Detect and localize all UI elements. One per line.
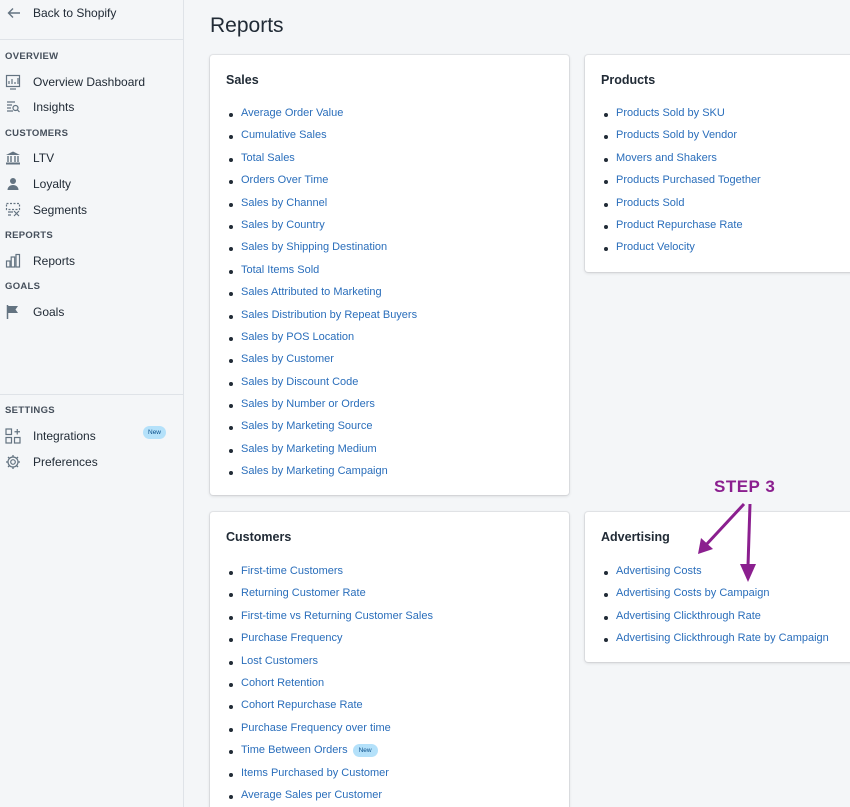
sidebar-item-integrations[interactable]: Integrations New [0,425,183,447]
report-link[interactable]: Advertising Clickthrough Rate by Campaig… [604,632,829,654]
report-link[interactable]: Advertising Costs by Campaign [604,587,829,609]
report-link[interactable]: Products Sold by Vendor [604,129,761,151]
report-link[interactable]: First-time Customers [229,565,433,587]
sales-card-title: Sales [226,73,259,87]
section-label-settings: SETTINGS [5,405,55,416]
report-link[interactable]: Sales by Shipping Destination [228,241,417,263]
bar-chart-icon [5,253,21,269]
report-link[interactable]: Sales by Marketing Source [228,420,417,442]
report-link[interactable]: Returning Customer Rate [229,587,433,609]
insights-icon [5,99,21,115]
dashboard-icon [5,74,21,90]
report-link[interactable]: Time Between Orders New [229,744,433,766]
report-link[interactable]: Sales by Channel [228,197,417,219]
customers-card-title: Customers [226,530,292,544]
sidebar-item-reports[interactable]: Reports [0,250,183,272]
sidebar: Back to Shopify OVERVIEW Overview Dashbo… [0,0,184,807]
person-icon [5,176,21,192]
products-report-list: Products Sold by SKU Products Sold by Ve… [604,107,761,264]
back-to-shopify-link[interactable]: Back to Shopify [0,0,183,40]
report-link[interactable]: Sales by Discount Code [228,376,417,398]
report-link[interactable]: Items Purchased by Customer [229,767,433,789]
sidebar-item-label: Loyalty [33,177,72,191]
sidebar-item-label: LTV [33,151,55,165]
sidebar-divider [0,394,183,395]
section-label-overview: OVERVIEW [5,51,59,62]
sidebar-item-preferences[interactable]: Preferences [0,451,183,473]
report-link[interactable]: Cohort Repurchase Rate [229,699,433,721]
products-card-title: Products [601,73,656,87]
sidebar-item-label: Segments [33,203,88,217]
report-link[interactable]: Products Purchased Together [604,174,761,196]
report-link[interactable]: Average Order Value [228,107,417,129]
integrations-icon [5,428,21,444]
report-link[interactable]: First-time vs Returning Customer Sales [229,610,433,632]
section-label-goals: GOALS [5,281,41,292]
report-link[interactable]: Total Sales [228,152,417,174]
report-link[interactable]: Sales by POS Location [228,331,417,353]
new-badge: New [352,744,378,758]
segments-icon [5,202,21,218]
customers-card: Customers First-time Customers Returning… [210,512,569,807]
report-link[interactable]: Total Items Sold [228,264,417,286]
report-link[interactable]: Orders Over Time [228,174,417,196]
sidebar-item-overview-dashboard[interactable]: Overview Dashboard [0,71,183,93]
report-link[interactable]: Movers and Shakers [604,152,761,174]
sidebar-item-ltv[interactable]: LTV [0,147,183,169]
report-link[interactable]: Purchase Frequency over time [229,722,433,744]
customers-report-list: First-time Customers Returning Customer … [229,565,433,807]
flag-icon [5,304,21,320]
advertising-card-title: Advertising [601,530,670,544]
sidebar-item-segments[interactable]: Segments [0,199,183,221]
report-link[interactable]: Cohort Retention [229,677,433,699]
report-link[interactable]: Average Sales per Customer [229,789,433,807]
bank-icon [5,150,21,166]
report-link[interactable]: Product Repurchase Rate [604,219,761,241]
sidebar-item-label: Integrations [33,429,96,443]
report-link[interactable]: Sales by Customer [228,353,417,375]
report-link[interactable]: Sales Attributed to Marketing [228,286,417,308]
sidebar-item-label: Preferences [33,455,98,469]
arrow-left-icon [7,6,21,20]
report-link[interactable]: Sales by Marketing Campaign [228,465,417,487]
report-link[interactable]: Product Velocity [604,241,761,263]
sales-card: Sales Average Order Value Cumulative Sal… [210,55,569,495]
sidebar-item-label: Overview Dashboard [33,75,146,89]
sidebar-item-label: Goals [33,305,65,319]
sidebar-item-label: Insights [33,100,75,114]
report-link[interactable]: Cumulative Sales [228,129,417,151]
sidebar-item-goals[interactable]: Goals [0,301,183,323]
step-annotation-label: STEP 3 [714,477,776,496]
gear-icon [5,454,21,470]
report-link[interactable]: Lost Customers [229,655,433,677]
report-link[interactable]: Sales Distribution by Repeat Buyers [228,309,417,331]
new-badge: New [143,426,167,439]
section-label-reports: REPORTS [5,230,54,241]
products-card: Products Products Sold by SKU Products S… [585,55,850,272]
report-link[interactable]: Products Sold by SKU [604,107,761,129]
sales-report-list: Average Order Value Cumulative Sales Tot… [228,107,417,488]
sidebar-item-loyalty[interactable]: Loyalty [0,173,183,195]
sidebar-item-label: Reports [33,254,76,268]
report-link[interactable]: Sales by Country [228,219,417,241]
report-link[interactable]: Products Sold [604,197,761,219]
page-title: Reports [210,14,284,37]
annotation-arrows [698,502,756,582]
report-link[interactable]: Advertising Clickthrough Rate [604,610,829,632]
sidebar-item-insights[interactable]: Insights [0,96,183,118]
report-link[interactable]: Purchase Frequency [229,632,433,654]
back-to-shopify-label: Back to Shopify [33,6,117,20]
section-label-customers: CUSTOMERS [5,128,69,139]
report-link[interactable]: Sales by Number or Orders [228,398,417,420]
report-link[interactable]: Sales by Marketing Medium [228,443,417,465]
